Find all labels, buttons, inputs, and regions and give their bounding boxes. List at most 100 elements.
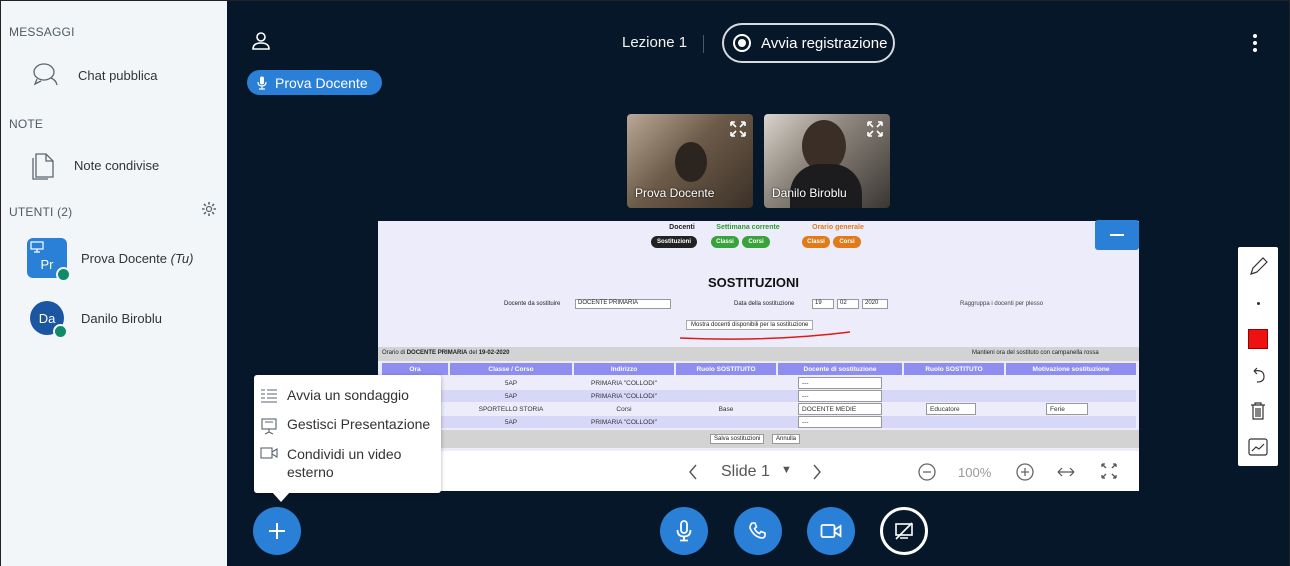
caret-down-icon[interactable]: ▼	[781, 464, 792, 476]
video-name: Danilo Biroblu	[772, 186, 847, 200]
messages-title: MESSAGGI	[9, 25, 75, 39]
screen-share-off-icon	[895, 522, 913, 540]
pencil-icon	[1250, 257, 1268, 275]
record-label: Avvia registrazione	[761, 34, 888, 52]
fullscreen-icon[interactable]	[1100, 462, 1118, 480]
table-header: Classe / Corso	[450, 363, 572, 375]
fit-width-icon[interactable]	[1056, 466, 1076, 478]
table-cell: PRIMARIA "COLLODI"	[590, 392, 658, 400]
chevron-left-icon[interactable]	[688, 463, 698, 481]
color-swatch	[1248, 329, 1268, 349]
notes-title: NOTE	[9, 117, 44, 131]
color-tool-button[interactable]	[1238, 321, 1278, 357]
table-cell: ---	[798, 390, 882, 402]
table-cell: Educatore	[926, 403, 976, 415]
video-tile[interactable]: Danilo Biroblu	[764, 114, 890, 208]
app-frame: MESSAGGI Chat pubblica NOTE Note condivi…	[0, 0, 1290, 566]
annotation-toolbar	[1238, 247, 1278, 466]
chat-icon	[33, 63, 58, 86]
keep-label: Mantieni ora del sostituto con campanell…	[972, 350, 1099, 356]
user-name: Danilo Biroblu	[81, 310, 162, 326]
slide-group-title: Orario generale	[812, 224, 864, 231]
teacher-select: DOCENTE PRIMARIA	[575, 299, 671, 309]
video-camera-icon	[820, 524, 842, 538]
shared-notes-item[interactable]: Note condivise	[1, 143, 228, 187]
presentation-area[interactable]: Docenti Sostituzioni Settimana corrente …	[378, 221, 1139, 491]
avatar: Pr	[27, 238, 71, 282]
caption-prefix: Orario di	[382, 350, 406, 356]
shared-notes-label: Note condivise	[74, 157, 160, 173]
date-day-select: 19	[812, 299, 834, 309]
zoom-out-icon[interactable]	[917, 462, 937, 482]
undo-icon	[1253, 367, 1265, 383]
dot-icon	[1256, 301, 1260, 305]
record-button[interactable]: Avvia registrazione	[722, 23, 895, 63]
start-poll-item[interactable]: Avvia un sondaggio	[260, 387, 409, 404]
chevron-right-icon[interactable]	[812, 463, 822, 481]
table-cell: SPORTELLO STORIA	[478, 405, 544, 413]
slide-select[interactable]: Slide 1	[721, 463, 770, 481]
slide-group-title: Settimana corrente	[716, 224, 780, 231]
undo-tool-button[interactable]	[1238, 357, 1278, 393]
table-header: Ruolo SOSTITUITO	[676, 363, 776, 375]
camera-button[interactable]	[807, 507, 855, 555]
save-substitutions-button: Salva sostituzioni	[710, 434, 765, 444]
presentation-icon	[261, 418, 277, 435]
table-cell: Base	[718, 405, 734, 413]
clear-tool-button[interactable]	[1238, 393, 1278, 429]
table-cell: 5AP	[504, 392, 518, 400]
title-divider	[703, 35, 704, 53]
avatar: Da	[30, 301, 68, 339]
thickness-tool-button[interactable]	[1238, 285, 1278, 321]
microphone-icon	[257, 76, 267, 90]
document-icon	[32, 153, 54, 180]
teacher-label: Docente da sostituire	[504, 301, 561, 307]
date-year-select: 2020	[862, 299, 888, 309]
chart-line-icon	[1248, 438, 1268, 456]
sidebar: MESSAGGI Chat pubblica NOTE Note condivi…	[0, 1, 227, 566]
user-list-item[interactable]: Da Danilo Biroblu	[1, 294, 228, 342]
user-name-text: Prova Docente	[81, 250, 167, 266]
schedule-caption: Orario di DOCENTE PRIMARIA del 19-02-202…	[382, 350, 509, 356]
table-header: Docente di sostituzione	[778, 363, 902, 375]
screen-share-button[interactable]	[880, 507, 928, 555]
avatar-initials: Pr	[40, 257, 54, 272]
group-label: Raggruppa i docenti per plesso	[960, 301, 1044, 307]
annotation-underline	[679, 331, 851, 340]
you-label: (Tu)	[170, 250, 194, 266]
user-name: Prova Docente (Tu)	[81, 251, 194, 266]
video-camera-icon	[260, 447, 278, 459]
table-cell: 5AP	[504, 418, 518, 426]
actions-plus-button[interactable]	[253, 507, 301, 555]
mic-icon	[53, 324, 68, 339]
share-external-video-item[interactable]: Condividi un video esterno	[260, 445, 430, 481]
slide-button: Sostituzioni	[651, 236, 697, 248]
date-label: Data della sostituzione	[734, 301, 795, 307]
date-month-select: 02	[837, 299, 859, 309]
public-chat-item[interactable]: Chat pubblica	[1, 53, 228, 97]
slide-button: Corsi	[742, 236, 770, 248]
user-list-item[interactable]: Pr Prova Docente (Tu)	[1, 234, 228, 282]
pencil-tool-button[interactable]	[1238, 249, 1278, 285]
more-options-icon[interactable]	[1252, 33, 1258, 53]
table-cell: ---	[798, 377, 882, 389]
whiteboard-tool-button[interactable]	[1238, 429, 1278, 465]
slide-navigation: Slide 1 ▼ 100%	[378, 452, 1139, 491]
minimize-presentation-button[interactable]	[1095, 220, 1139, 250]
expand-icon[interactable]	[866, 120, 884, 138]
user-icon[interactable]	[251, 31, 271, 51]
video-name: Prova Docente	[635, 186, 715, 200]
phone-button[interactable]	[734, 507, 782, 555]
manage-presentation-item[interactable]: Gestisci Presentazione	[260, 416, 430, 435]
expand-icon[interactable]	[729, 120, 747, 138]
mic-icon	[56, 267, 71, 282]
zoom-in-icon[interactable]	[1015, 462, 1035, 482]
table-header: Indirizzo	[574, 363, 674, 375]
video-tile[interactable]: Prova Docente	[627, 114, 753, 208]
slide-button: Classi	[802, 236, 830, 248]
gear-icon[interactable]	[201, 201, 217, 217]
microphone-button[interactable]	[660, 507, 708, 555]
presenter-icon	[30, 241, 44, 253]
caption-date: 19-02-2020	[478, 350, 510, 356]
table-cell: PRIMARIA "COLLODI"	[590, 379, 658, 387]
